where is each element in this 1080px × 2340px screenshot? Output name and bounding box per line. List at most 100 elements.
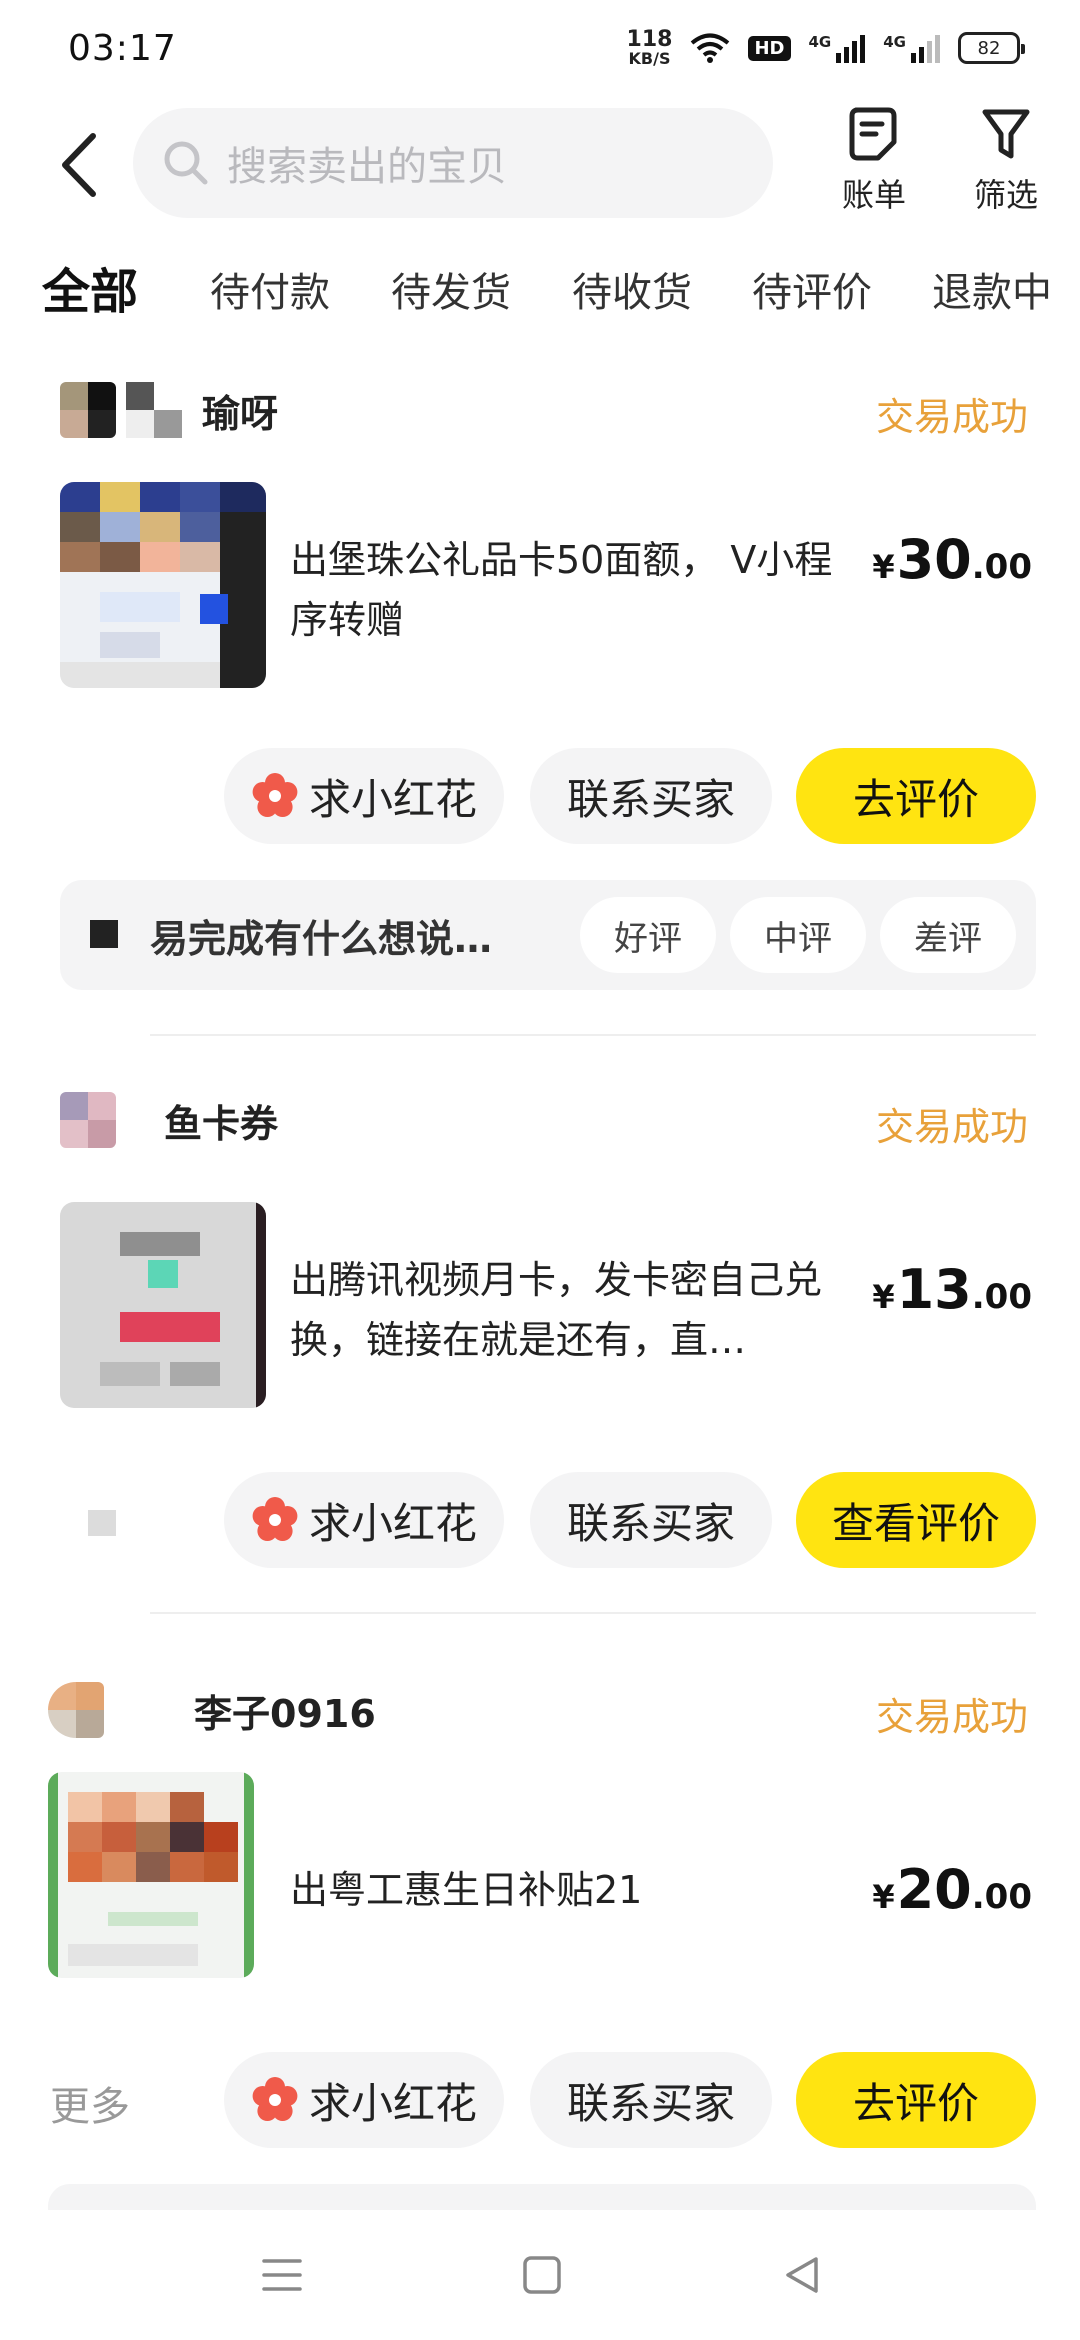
price-integer: 13 — [896, 1258, 972, 1321]
rate-good-button[interactable]: 好评 — [580, 897, 716, 973]
masked-icon — [88, 1510, 116, 1536]
go-review-label: 去评价 — [852, 2078, 979, 2128]
tab-label: 待评价 — [752, 270, 872, 316]
seller-name: 鱼卡券 — [164, 1101, 279, 1146]
order-tabs: 全部 待付款 待发货 待收货 待评价 退款中 — [0, 240, 1080, 340]
status-indicators: 118 KB/S HD 4G 4G 82 — [627, 29, 1025, 67]
tab-label: 退款中 — [932, 270, 1052, 316]
product-title[interactable]: 出粤工惠生日补贴21 — [290, 1860, 850, 1920]
net-speed-value: 118 — [626, 27, 673, 52]
filter-button[interactable]: 筛选 — [956, 106, 1056, 216]
contact-buyer-label: 联系买家 — [566, 774, 735, 824]
tab-pending-payment[interactable]: 待付款 — [210, 260, 330, 318]
search-input[interactable]: 搜索卖出的宝贝 — [133, 108, 773, 218]
filter-icon — [982, 109, 1030, 159]
go-review-button[interactable]: 去评价 — [796, 748, 1036, 844]
bill-icon — [849, 107, 897, 161]
request-flower-label: 求小红花 — [308, 1498, 477, 1548]
tab-pending-receipt[interactable]: 待收货 — [572, 260, 692, 318]
bill-label: 账单 — [841, 176, 906, 214]
request-flower-button[interactable]: 求小红花 — [224, 1472, 504, 1568]
contact-buyer-button[interactable]: 联系买家 — [530, 2052, 772, 2148]
status-bar: 03:17 118 KB/S HD 4G 4G 82 — [0, 0, 1080, 96]
divider — [150, 1612, 1036, 1614]
tab-all[interactable]: 全部 — [38, 252, 143, 322]
avatar — [60, 1092, 116, 1148]
price-decimal: .00 — [971, 547, 1032, 587]
signal-label: 4G — [883, 33, 906, 51]
price: ¥ 30 .00 — [872, 528, 1032, 591]
go-review-label: 去评价 — [852, 774, 979, 824]
back-button[interactable] — [52, 130, 106, 200]
request-flower-button[interactable]: 求小红花 — [224, 2052, 504, 2148]
go-review-button[interactable]: 去评价 — [796, 2052, 1036, 2148]
quick-review-bar: 易完成有什么想说… 好评 中评 差评 — [60, 880, 1036, 990]
divider — [150, 1034, 1036, 1036]
tab-pending-review[interactable]: 待评价 — [752, 260, 872, 318]
contact-buyer-label: 联系买家 — [566, 2078, 735, 2128]
order-actions: 求小红花 联系买家 去评价 — [0, 748, 1080, 848]
wifi-icon — [691, 33, 730, 63]
review-prompt[interactable]: 易完成有什么想说… — [150, 908, 492, 963]
masked-name-block — [126, 382, 182, 438]
tab-pending-shipment[interactable]: 待发货 — [391, 260, 511, 318]
tab-refunding[interactable]: 退款中 — [932, 260, 1052, 318]
status-time: 03:17 — [68, 27, 177, 69]
signal-icon: 4G — [809, 33, 866, 63]
battery-icon: 82 — [958, 32, 1025, 64]
tab-label: 全部 — [42, 264, 139, 320]
battery-level: 82 — [977, 37, 1001, 59]
request-flower-label: 求小红花 — [308, 774, 477, 824]
rate-bad-button[interactable]: 差评 — [880, 897, 1016, 973]
request-flower-button[interactable]: 求小红花 — [224, 748, 504, 844]
product-title[interactable]: 出腾讯视频月卡，发卡密自己兑换，链接在就是还有，直… — [290, 1250, 850, 1370]
chevron-left-icon — [62, 133, 96, 197]
product-title[interactable]: 出堡珠公礼品卡50面额， V小程序转赠 — [290, 530, 850, 650]
seller-row[interactable]: 瑜呀 — [60, 380, 278, 440]
search-icon — [164, 141, 208, 185]
avatar — [48, 1682, 104, 1738]
signal-icon: 4G — [883, 33, 940, 63]
home-nav-button[interactable] — [512, 2250, 572, 2300]
rate-neutral-button[interactable]: 中评 — [730, 897, 866, 973]
request-flower-label: 求小红花 — [308, 2078, 477, 2128]
order-status: 交易成功 — [875, 395, 1028, 439]
bill-button[interactable]: 账单 — [824, 106, 924, 216]
more-link[interactable]: 更多 — [50, 2074, 130, 2132]
price-integer: 20 — [896, 1858, 972, 1921]
view-review-label: 查看评价 — [831, 1498, 1000, 1548]
order-actions: 更多 求小红花 联系买家 去评价 — [0, 2052, 1080, 2152]
net-speed-unit: KB/S — [628, 49, 671, 68]
menu-nav-button[interactable] — [252, 2250, 312, 2300]
contact-buyer-button[interactable]: 联系买家 — [530, 748, 772, 844]
product-thumbnail[interactable] — [60, 482, 266, 688]
signal-label: 4G — [808, 33, 832, 51]
order-status: 交易成功 — [875, 1105, 1028, 1149]
rate-neutral-label: 中评 — [764, 918, 832, 959]
currency-symbol: ¥ — [872, 548, 895, 586]
tab-label: 待付款 — [210, 270, 330, 316]
price-decimal: .00 — [971, 1877, 1032, 1917]
hd-badge: HD — [748, 35, 791, 61]
view-review-button[interactable]: 查看评价 — [796, 1472, 1036, 1568]
header: 搜索卖出的宝贝 账单 筛选 — [0, 100, 1080, 230]
contact-buyer-button[interactable]: 联系买家 — [530, 1472, 772, 1568]
currency-symbol: ¥ — [872, 1278, 895, 1316]
contact-buyer-label: 联系买家 — [566, 1498, 735, 1548]
back-nav-button[interactable] — [772, 2250, 832, 2300]
net-speed: 118 KB/S — [627, 29, 673, 67]
currency-symbol: ¥ — [872, 1878, 895, 1916]
seller-row[interactable]: 鱼卡券 — [60, 1090, 278, 1150]
product-thumbnail[interactable] — [60, 1202, 266, 1408]
product-thumbnail[interactable] — [48, 1772, 254, 1978]
flower-icon — [252, 1497, 298, 1541]
seller-row[interactable]: 李子0916 — [48, 1680, 376, 1740]
home-square-icon — [523, 2256, 561, 2294]
price: ¥ 20 .00 — [872, 1858, 1032, 1921]
order-actions: 求小红花 联系买家 查看评价 — [0, 1472, 1080, 1572]
seller-name: 李子0916 — [194, 1691, 376, 1736]
filter-label: 筛选 — [973, 176, 1038, 214]
masked-icon — [90, 920, 118, 948]
tab-label: 待发货 — [391, 270, 511, 316]
rate-bad-label: 差评 — [914, 918, 982, 959]
